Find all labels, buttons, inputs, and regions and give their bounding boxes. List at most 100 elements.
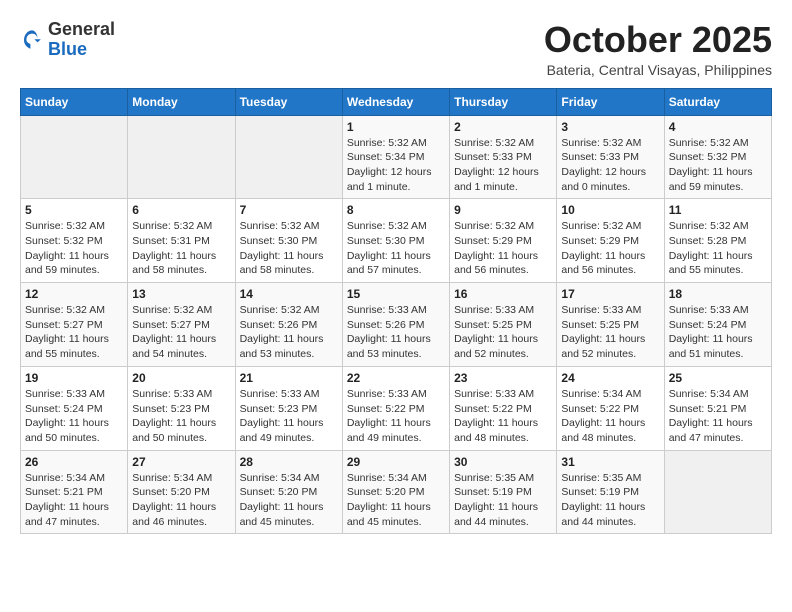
calendar-cell: 8 Sunrise: 5:32 AM Sunset: 5:30 PM Daylig… [342, 199, 449, 283]
day-info: Sunrise: 5:33 AM Sunset: 5:22 PM Dayligh… [347, 387, 445, 446]
calendar-cell [128, 115, 235, 199]
day-number: 2 [454, 120, 552, 134]
calendar-cell: 28 Sunrise: 5:34 AM Sunset: 5:20 PM Dayli… [235, 450, 342, 534]
day-number: 30 [454, 455, 552, 469]
calendar-cell: 15 Sunrise: 5:33 AM Sunset: 5:26 PM Dayli… [342, 283, 449, 367]
column-header-friday: Friday [557, 88, 664, 115]
calendar-cell: 3 Sunrise: 5:32 AM Sunset: 5:33 PM Daylig… [557, 115, 664, 199]
day-info: Sunrise: 5:33 AM Sunset: 5:25 PM Dayligh… [561, 303, 659, 362]
calendar-cell: 1 Sunrise: 5:32 AM Sunset: 5:34 PM Daylig… [342, 115, 449, 199]
calendar-cell: 19 Sunrise: 5:33 AM Sunset: 5:24 PM Dayli… [21, 366, 128, 450]
month-title: October 2025 [544, 20, 772, 60]
day-number: 19 [25, 371, 123, 385]
calendar-cell: 9 Sunrise: 5:32 AM Sunset: 5:29 PM Daylig… [450, 199, 557, 283]
calendar-cell: 27 Sunrise: 5:34 AM Sunset: 5:20 PM Dayli… [128, 450, 235, 534]
column-header-saturday: Saturday [664, 88, 771, 115]
day-info: Sunrise: 5:35 AM Sunset: 5:19 PM Dayligh… [561, 471, 659, 530]
calendar-cell: 25Sunrise: 5:34 AM Sunset: 5:21 PM Dayli… [664, 366, 771, 450]
day-number: 17 [561, 287, 659, 301]
day-number: 15 [347, 287, 445, 301]
day-info: Sunrise: 5:33 AM Sunset: 5:24 PM Dayligh… [25, 387, 123, 446]
title-area: October 2025 Bateria, Central Visayas, P… [544, 20, 772, 78]
day-info: Sunrise: 5:32 AM Sunset: 5:33 PM Dayligh… [454, 136, 552, 195]
day-info: Sunrise: 5:33 AM Sunset: 5:23 PM Dayligh… [240, 387, 338, 446]
calendar-cell: 21 Sunrise: 5:33 AM Sunset: 5:23 PM Dayli… [235, 366, 342, 450]
logo-general: General [48, 19, 115, 39]
week-row: 26 Sunrise: 5:34 AM Sunset: 5:21 PM Dayli… [21, 450, 772, 534]
calendar-cell: 7Sunrise: 5:32 AM Sunset: 5:30 PM Daylig… [235, 199, 342, 283]
day-info: Sunrise: 5:32 AM Sunset: 5:32 PM Dayligh… [669, 136, 767, 195]
day-number: 29 [347, 455, 445, 469]
calendar-cell [235, 115, 342, 199]
day-info: Sunrise: 5:34 AM Sunset: 5:20 PM Dayligh… [132, 471, 230, 530]
day-number: 8 [347, 203, 445, 217]
calendar-cell: 16Sunrise: 5:33 AM Sunset: 5:25 PM Dayli… [450, 283, 557, 367]
day-info: Sunrise: 5:34 AM Sunset: 5:20 PM Dayligh… [347, 471, 445, 530]
calendar-cell: 6 Sunrise: 5:32 AM Sunset: 5:31 PM Daylig… [128, 199, 235, 283]
day-number: 3 [561, 120, 659, 134]
calendar-cell: 14 Sunrise: 5:32 AM Sunset: 5:26 PM Dayli… [235, 283, 342, 367]
day-info: Sunrise: 5:33 AM Sunset: 5:26 PM Dayligh… [347, 303, 445, 362]
calendar-cell: 5 Sunrise: 5:32 AM Sunset: 5:32 PM Daylig… [21, 199, 128, 283]
logo-icon [20, 28, 44, 52]
day-info: Sunrise: 5:33 AM Sunset: 5:24 PM Dayligh… [669, 303, 767, 362]
calendar-cell: 2 Sunrise: 5:32 AM Sunset: 5:33 PM Daylig… [450, 115, 557, 199]
day-info: Sunrise: 5:32 AM Sunset: 5:31 PM Dayligh… [132, 219, 230, 278]
logo: General Blue [20, 20, 115, 60]
day-info: Sunrise: 5:33 AM Sunset: 5:23 PM Dayligh… [132, 387, 230, 446]
column-header-monday: Monday [128, 88, 235, 115]
day-info: Sunrise: 5:32 AM Sunset: 5:29 PM Dayligh… [561, 219, 659, 278]
calendar-cell: 30 Sunrise: 5:35 AM Sunset: 5:19 PM Dayli… [450, 450, 557, 534]
day-number: 12 [25, 287, 123, 301]
day-number: 21 [240, 371, 338, 385]
day-info: Sunrise: 5:34 AM Sunset: 5:20 PM Dayligh… [240, 471, 338, 530]
day-info: Sunrise: 5:33 AM Sunset: 5:22 PM Dayligh… [454, 387, 552, 446]
day-info: Sunrise: 5:34 AM Sunset: 5:22 PM Dayligh… [561, 387, 659, 446]
calendar-cell: 10Sunrise: 5:32 AM Sunset: 5:29 PM Dayli… [557, 199, 664, 283]
day-info: Sunrise: 5:32 AM Sunset: 5:28 PM Dayligh… [669, 219, 767, 278]
calendar-cell: 31 Sunrise: 5:35 AM Sunset: 5:19 PM Dayli… [557, 450, 664, 534]
day-number: 26 [25, 455, 123, 469]
calendar-cell: 12Sunrise: 5:32 AM Sunset: 5:27 PM Dayli… [21, 283, 128, 367]
day-number: 9 [454, 203, 552, 217]
day-info: Sunrise: 5:32 AM Sunset: 5:26 PM Dayligh… [240, 303, 338, 362]
day-info: Sunrise: 5:32 AM Sunset: 5:27 PM Dayligh… [132, 303, 230, 362]
calendar-cell: 20 Sunrise: 5:33 AM Sunset: 5:23 PM Dayli… [128, 366, 235, 450]
day-info: Sunrise: 5:34 AM Sunset: 5:21 PM Dayligh… [669, 387, 767, 446]
calendar-cell: 22 Sunrise: 5:33 AM Sunset: 5:22 PM Dayli… [342, 366, 449, 450]
week-row: 12 Sunrise: 5:32 AM Sunset: 5:27 PM Dayli… [21, 283, 772, 367]
day-info: Sunrise: 5:32 AM Sunset: 5:33 PM Dayligh… [561, 136, 659, 195]
day-info: Sunrise: 5:32 AM Sunset: 5:32 PM Dayligh… [25, 219, 123, 278]
calendar-cell: 13Sunrise: 5:32 AM Sunset: 5:27 PM Dayli… [128, 283, 235, 367]
day-info: Sunrise: 5:34 AM Sunset: 5:21 PM Dayligh… [25, 471, 123, 530]
day-number: 28 [240, 455, 338, 469]
day-info: Sunrise: 5:32 AM Sunset: 5:34 PM Dayligh… [347, 136, 445, 195]
day-number: 22 [347, 371, 445, 385]
calendar-cell: 11Sunrise: 5:32 AM Sunset: 5:28 PM Dayli… [664, 199, 771, 283]
day-number: 4 [669, 120, 767, 134]
calendar-cell: 18Sunrise: 5:33 AM Sunset: 5:24 PM Dayli… [664, 283, 771, 367]
day-number: 23 [454, 371, 552, 385]
day-number: 5 [25, 203, 123, 217]
logo-blue: Blue [48, 39, 87, 59]
week-row: 5 Sunrise: 5:32 AM Sunset: 5:32 PM Daylig… [21, 199, 772, 283]
day-number: 20 [132, 371, 230, 385]
calendar-cell: 4 Sunrise: 5:32 AM Sunset: 5:32 PM Daylig… [664, 115, 771, 199]
day-number: 31 [561, 455, 659, 469]
day-number: 6 [132, 203, 230, 217]
day-info: Sunrise: 5:32 AM Sunset: 5:30 PM Dayligh… [347, 219, 445, 278]
header-row: SundayMondayTuesdayWednesdayThursdayFrid… [21, 88, 772, 115]
column-header-wednesday: Wednesday [342, 88, 449, 115]
day-info: Sunrise: 5:33 AM Sunset: 5:25 PM Dayligh… [454, 303, 552, 362]
day-number: 14 [240, 287, 338, 301]
column-header-tuesday: Tuesday [235, 88, 342, 115]
calendar-cell: 23 Sunrise: 5:33 AM Sunset: 5:22 PM Dayli… [450, 366, 557, 450]
calendar-cell [21, 115, 128, 199]
calendar-cell [664, 450, 771, 534]
day-number: 1 [347, 120, 445, 134]
calendar-cell: 26 Sunrise: 5:34 AM Sunset: 5:21 PM Dayli… [21, 450, 128, 534]
day-info: Sunrise: 5:35 AM Sunset: 5:19 PM Dayligh… [454, 471, 552, 530]
day-number: 27 [132, 455, 230, 469]
day-info: Sunrise: 5:32 AM Sunset: 5:29 PM Dayligh… [454, 219, 552, 278]
column-header-thursday: Thursday [450, 88, 557, 115]
